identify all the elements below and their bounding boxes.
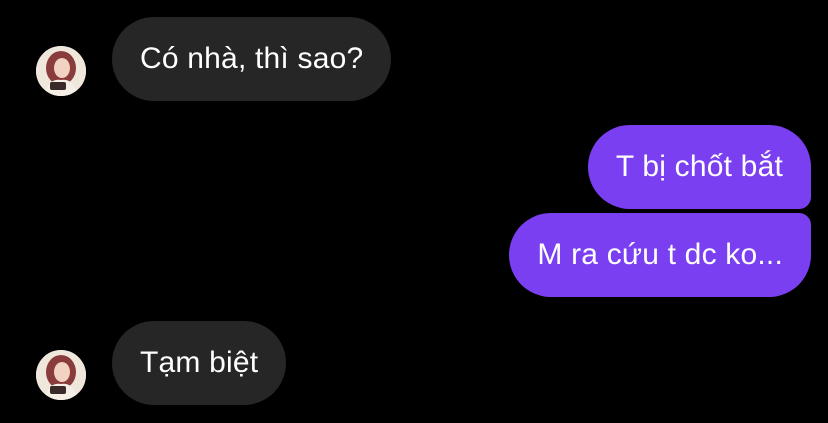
message-text: Tạm biệt bbox=[140, 346, 259, 379]
incoming-message-bubble[interactable]: Tạm biệt bbox=[112, 321, 287, 405]
message-text: Có nhà, thì sao? bbox=[140, 42, 364, 75]
message-text: T bị chốt bắt bbox=[615, 150, 783, 183]
contact-avatar[interactable] bbox=[36, 350, 86, 400]
contact-avatar[interactable] bbox=[36, 46, 86, 96]
incoming-message-bubble[interactable]: Có nhà, thì sao? bbox=[112, 17, 392, 101]
message-text: M ra cứu t dc ko... bbox=[537, 238, 783, 271]
avatar-photo-icon bbox=[36, 46, 86, 96]
avatar-photo-icon bbox=[36, 350, 86, 400]
outgoing-message-bubble[interactable]: T bị chốt bắt bbox=[587, 125, 811, 209]
outgoing-message-bubble[interactable]: M ra cứu t dc ko... bbox=[509, 213, 811, 297]
